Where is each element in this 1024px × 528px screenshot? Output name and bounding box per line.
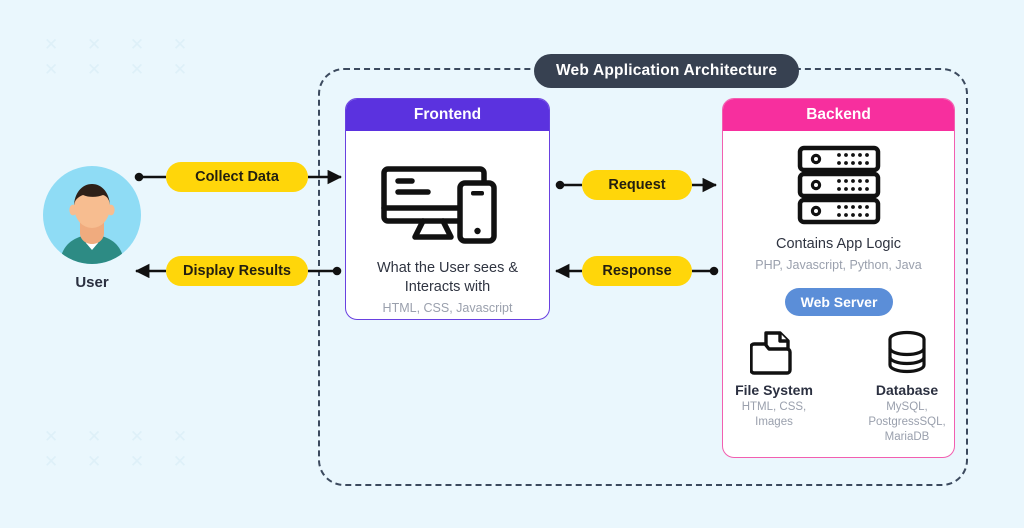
frontend-description: What the User sees & Interacts with [376,260,519,295]
user-actor: User [42,165,142,291]
folder-document-icon [750,330,798,376]
decorative-pattern-bottom-left: ✕ ✕ ✕ ✕ ✕ ✕ ✕ ✕ [44,427,200,471]
monitor-and-phone-icon [378,155,518,247]
flow-pill-response[interactable]: Response [582,256,692,286]
database-cylinder-icon [883,330,931,376]
frontend-header: Frontend [346,99,549,131]
backend-header: Backend [723,99,954,131]
user-avatar-icon [42,165,142,265]
database-node[interactable]: Database MySQL, PostgressSQL, MariaDB [855,330,959,445]
decorative-pattern-top-left: ✕ ✕ ✕ ✕ ✕ ✕ ✕ ✕ [44,35,200,79]
flow-pill-request[interactable]: Request [582,170,692,200]
backend-description: Contains App Logic [776,236,901,252]
web-server-badge[interactable]: Web Server [785,288,893,316]
database-label: Database [875,382,939,398]
database-details: MySQL, PostgressSQL, MariaDB [868,401,946,443]
architecture-title-badge: Web Application Architecture [534,54,800,88]
frontend-technologies: HTML, CSS, Javascript [382,301,513,315]
flow-pill-display-results[interactable]: Display Results [166,256,308,286]
file-system-label: File System [735,382,813,398]
server-rack-icon [796,145,882,225]
flow-pill-collect-data[interactable]: Collect Data [166,162,308,192]
file-system-node[interactable]: File System HTML, CSS, Images [722,330,826,430]
backend-technologies: PHP, Javascript, Python, Java [755,258,922,272]
user-label: User [75,274,109,291]
frontend-card[interactable]: Frontend What the User sees & Interacts … [345,98,550,320]
diagram-canvas: ✕ ✕ ✕ ✕ ✕ ✕ ✕ ✕ ✕ ✕ ✕ ✕ ✕ ✕ ✕ ✕ Web Appl… [0,0,1024,528]
file-system-details: HTML, CSS, Images [741,401,807,428]
